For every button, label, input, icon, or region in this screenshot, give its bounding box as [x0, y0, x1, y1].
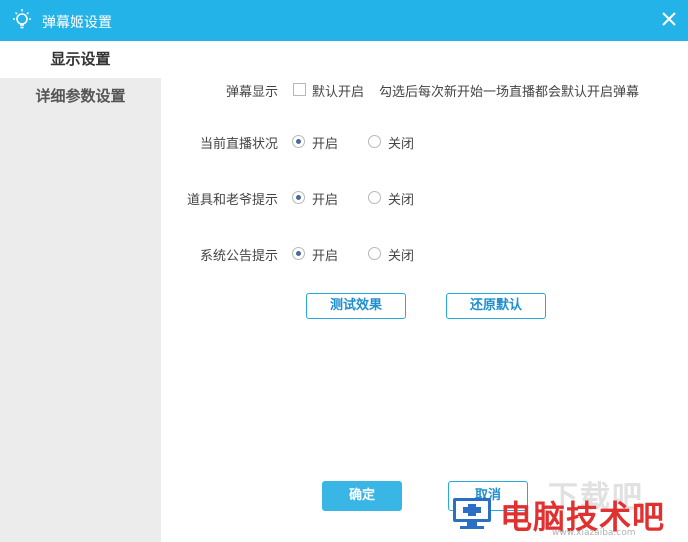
- system-notice-off-label: 关闭: [388, 249, 415, 264]
- danmaku-hint-text: 勾选后每次新开始一场直播都会默认开启弹幕: [379, 85, 640, 100]
- title-bar: 弹幕姬设置: [0, 0, 688, 41]
- gift-tips-label: 道具和老爷提示: [186, 193, 278, 208]
- lightbulb-icon: [13, 9, 31, 29]
- watermark-url-text: www.xiazaiba.com: [552, 528, 636, 538]
- sidebar: 显示设置 详细参数设置: [0, 41, 161, 542]
- test-effect-button[interactable]: 测试效果: [306, 293, 406, 319]
- restore-default-button[interactable]: 还原默认: [446, 293, 546, 319]
- confirm-button[interactable]: 确定: [322, 481, 402, 511]
- gift-tips-on-label: 开启: [312, 193, 339, 208]
- live-status-off-radio[interactable]: [368, 135, 381, 148]
- sidebar-item-display-settings[interactable]: 显示设置: [0, 41, 161, 78]
- live-status-on-radio[interactable]: [292, 135, 305, 148]
- gift-tips-on-radio[interactable]: [292, 191, 305, 204]
- live-status-off-label: 关闭: [388, 137, 415, 152]
- sidebar-item-detail-params[interactable]: 详细参数设置: [0, 78, 161, 115]
- window-title: 弹幕姬设置: [42, 15, 112, 31]
- default-on-checkbox[interactable]: [293, 83, 306, 96]
- live-status-label: 当前直播状况: [199, 137, 278, 152]
- danmaku-display-label: 弹幕显示: [225, 85, 278, 100]
- system-notice-on-label: 开启: [312, 249, 339, 264]
- computer-repair-logo-icon: [453, 498, 491, 529]
- close-icon[interactable]: [660, 10, 678, 28]
- gift-tips-off-radio[interactable]: [368, 191, 381, 204]
- default-on-label: 默认开启: [312, 85, 365, 100]
- live-status-on-label: 开启: [312, 137, 339, 152]
- system-notice-off-radio[interactable]: [368, 247, 381, 260]
- gift-tips-off-label: 关闭: [388, 193, 415, 208]
- system-notice-on-radio[interactable]: [292, 247, 305, 260]
- system-notice-label: 系统公告提示: [199, 249, 278, 264]
